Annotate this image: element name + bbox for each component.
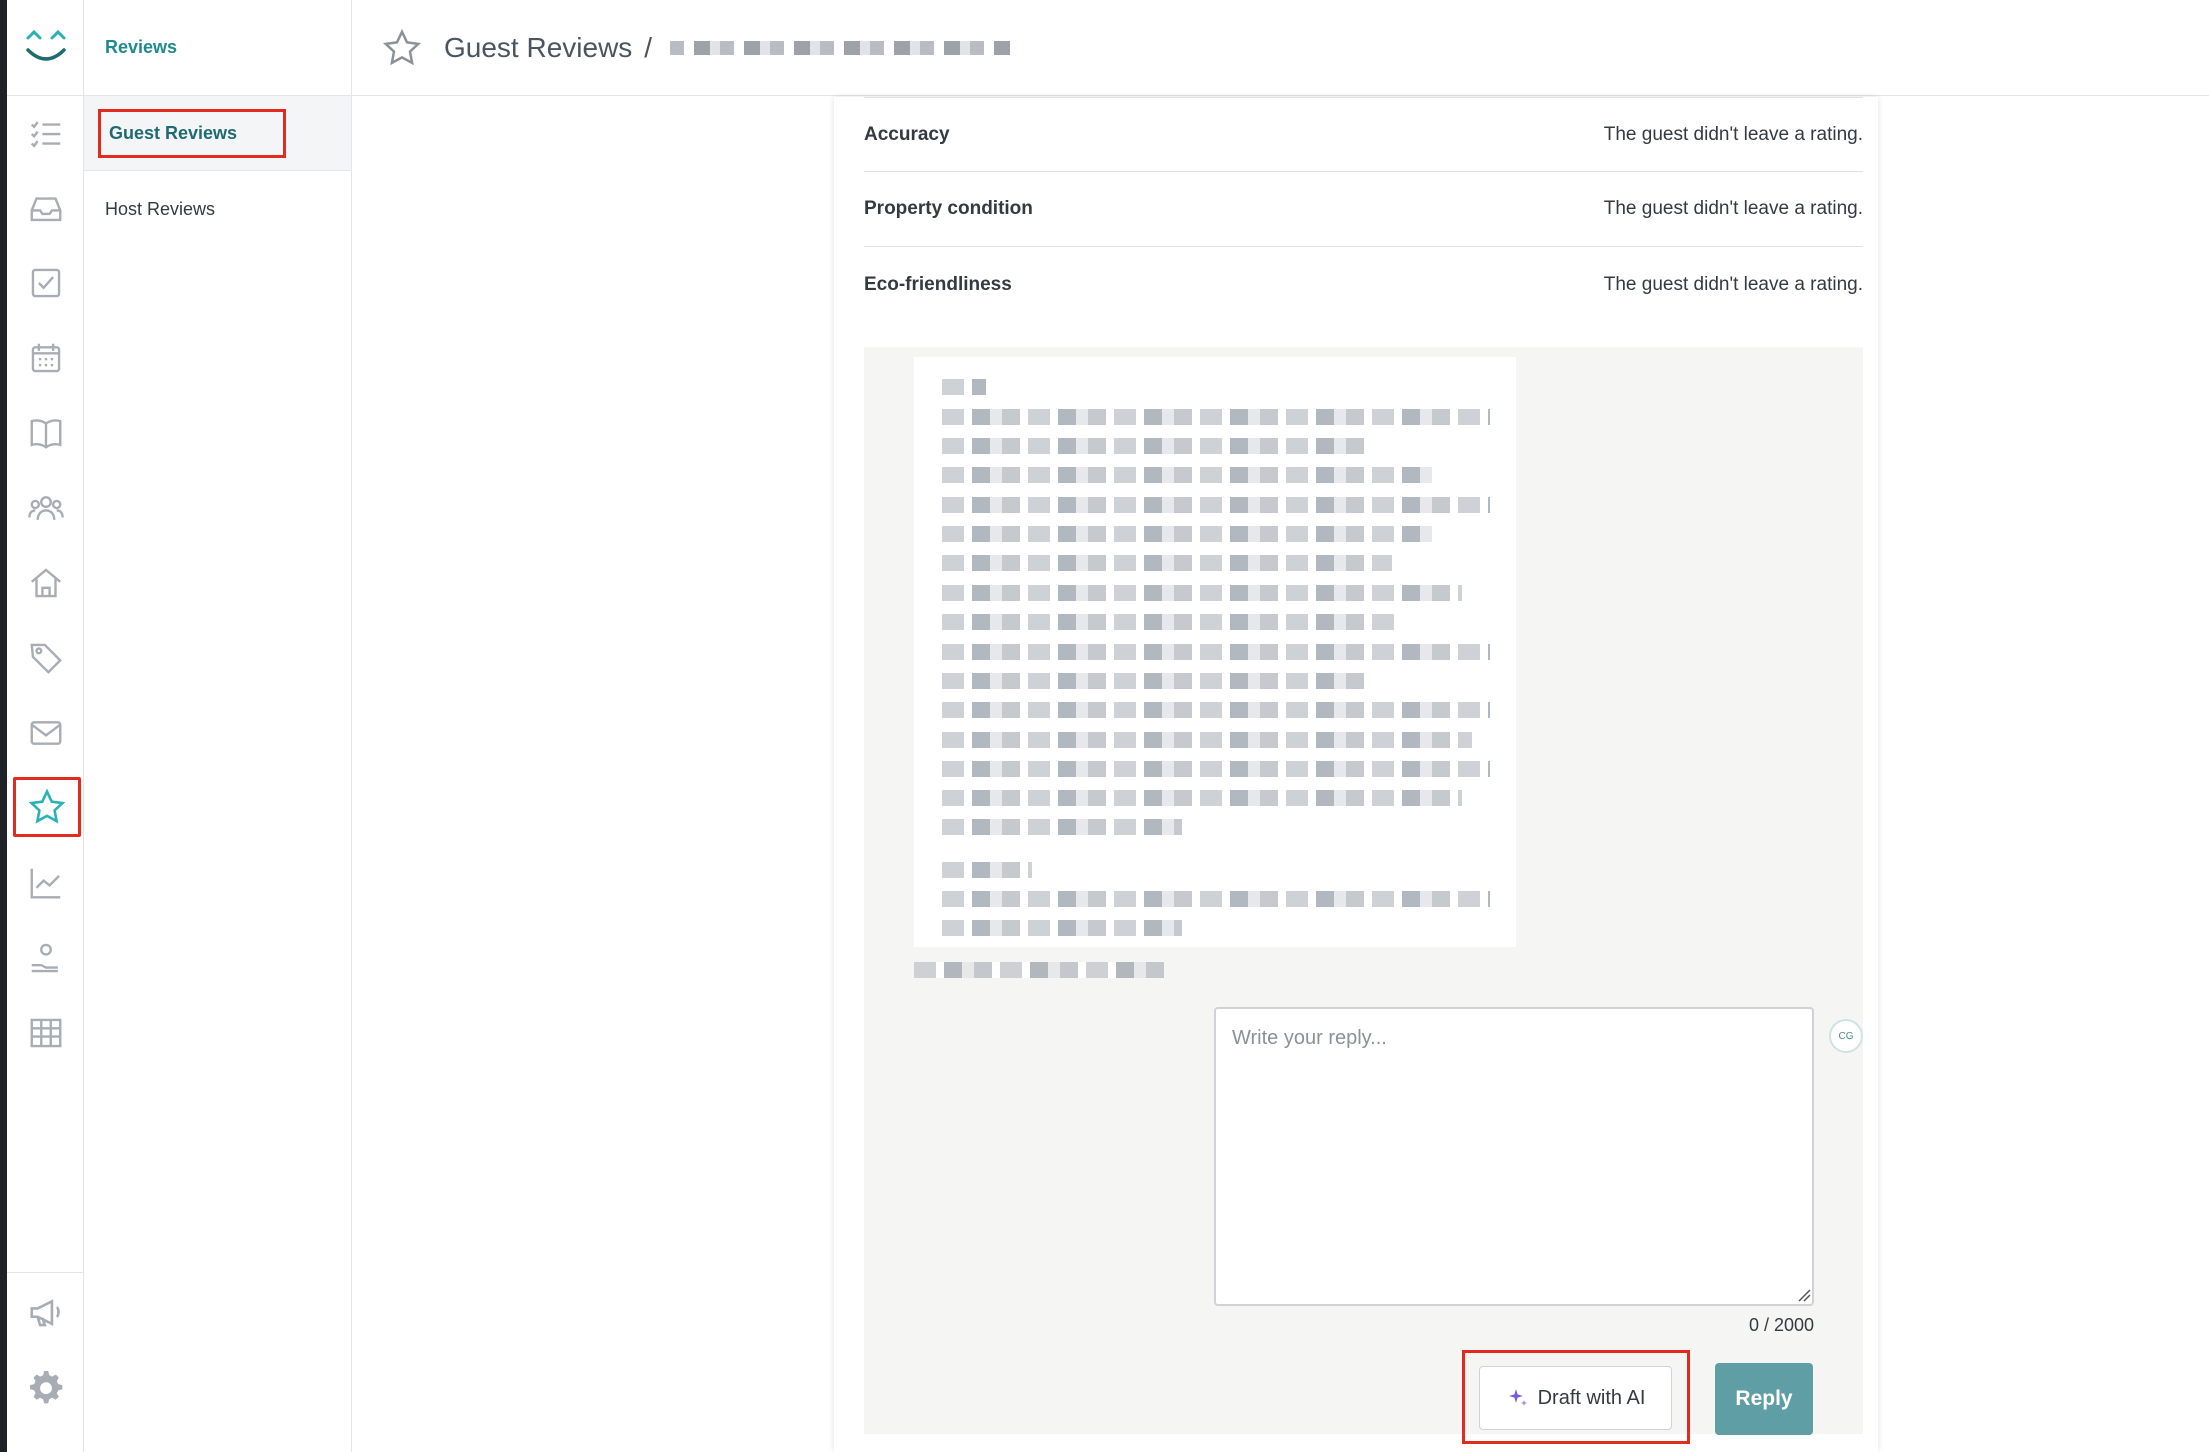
redacted-breadcrumb [670, 40, 1011, 55]
avatar: CG [1829, 1019, 1863, 1053]
main-content: Accuracy The guest didn't leave a rating… [352, 97, 2209, 1452]
reply-input[interactable] [1214, 1007, 1814, 1306]
inbox-icon[interactable] [7, 178, 84, 238]
resize-handle-icon[interactable] [1797, 1288, 1811, 1302]
page-header: Guest Reviews / [352, 0, 2209, 96]
rating-value: The guest didn't leave a rating. [1603, 273, 1863, 295]
mail-icon[interactable] [7, 703, 84, 763]
subnav-item-host-reviews[interactable]: Host Reviews [84, 171, 351, 247]
page-title: Guest Reviews [444, 31, 633, 63]
book-icon[interactable] [7, 403, 84, 463]
calendar-icon[interactable] [7, 328, 84, 388]
draft-with-ai-button[interactable]: Draft with AI [1479, 1366, 1672, 1430]
favorite-star-icon[interactable] [382, 28, 422, 68]
rail-divider [7, 1272, 84, 1273]
reply-button[interactable]: Reply [1715, 1363, 1813, 1435]
subnav-item-label: Host Reviews [105, 198, 216, 219]
smile-logo-icon[interactable] [7, 0, 84, 96]
icon-rail [0, 0, 84, 1452]
star-icon[interactable] [13, 777, 81, 837]
hand-icon[interactable] [7, 928, 84, 988]
guest-reviews-highlight[interactable]: Guest Reviews [98, 109, 286, 158]
grid-icon[interactable] [7, 1003, 84, 1063]
rating-value: The guest didn't leave a rating. [1603, 123, 1863, 145]
rating-row-property-condition: Property condition The guest didn't leav… [864, 172, 1863, 247]
rating-label: Accuracy [864, 123, 950, 145]
tag-icon[interactable] [7, 628, 84, 688]
subnav-header: Reviews [84, 0, 351, 96]
rating-value: The guest didn't leave a rating. [1603, 198, 1863, 219]
subnav-item-guest-reviews[interactable]: Guest Reviews [84, 96, 351, 171]
checkbox-icon[interactable] [7, 253, 84, 313]
rating-row-accuracy: Accuracy The guest didn't leave a rating… [864, 97, 1863, 172]
megaphone-icon[interactable] [7, 1282, 84, 1342]
character-counter: 0 / 2000 [1748, 1315, 1814, 1335]
section-title: Reviews [105, 37, 178, 57]
chart-icon[interactable] [7, 853, 84, 913]
review-thread: CG 0 / 2000 Draft with AI Reply [864, 347, 1863, 1444]
draft-with-ai-highlight: Draft with AI [1462, 1350, 1690, 1444]
sparkle-icon [1508, 1389, 1527, 1406]
list-icon[interactable] [7, 104, 84, 164]
guests-icon[interactable] [7, 478, 84, 538]
rating-label: Eco-friendliness [864, 273, 1012, 295]
breadcrumb-separator: / [644, 31, 653, 63]
draft-label: Draft with AI [1537, 1386, 1646, 1409]
home-icon[interactable] [7, 553, 84, 613]
review-card: Accuracy The guest didn't leave a rating… [834, 97, 1878, 1452]
review-meta-redacted [914, 962, 1164, 978]
rating-row-eco-friendliness: Eco-friendliness The guest didn't leave … [864, 247, 1863, 322]
rating-label: Property condition [864, 198, 1033, 219]
reviews-subnav: Reviews Guest Reviews Host Reviews [84, 0, 352, 1452]
subnav-item-label: Guest Reviews [109, 123, 238, 143]
gear-icon[interactable] [7, 1357, 84, 1417]
guest-review-text-redacted [914, 357, 1516, 947]
